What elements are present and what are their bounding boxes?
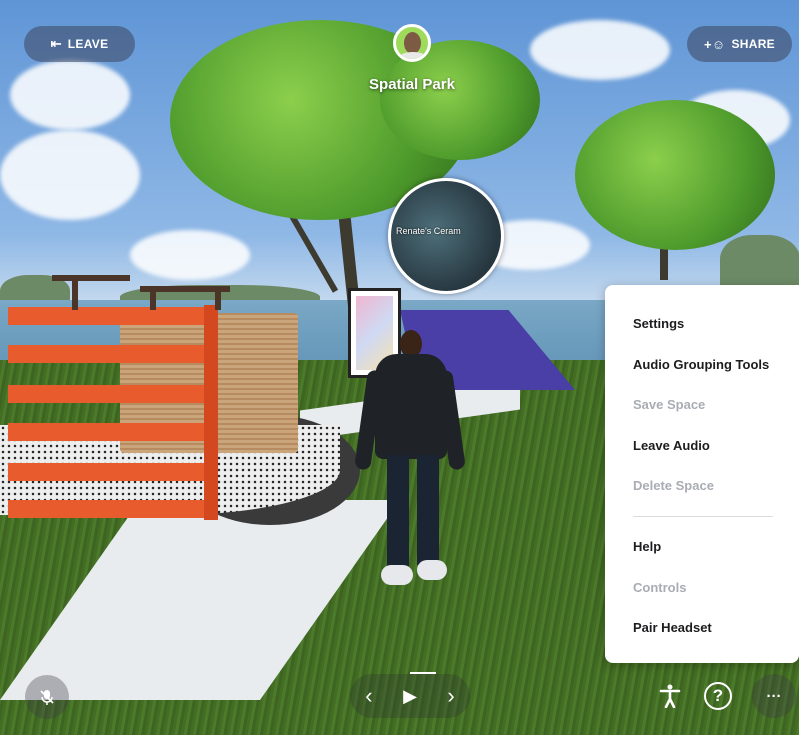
- options-menu: Settings Audio Grouping Tools Save Space…: [605, 285, 799, 663]
- menu-item-audio-grouping-tools[interactable]: Audio Grouping Tools: [633, 357, 769, 372]
- fence-bar: [8, 385, 213, 403]
- play-button[interactable]: ▶: [403, 686, 417, 707]
- cloud: [10, 60, 130, 130]
- next-button[interactable]: ›: [447, 683, 454, 709]
- avatar-hoodie: [375, 354, 447, 459]
- more-options-button[interactable]: ···: [752, 674, 796, 718]
- lamp-post: [52, 275, 130, 281]
- add-person-icon: +☺: [704, 36, 726, 52]
- previous-button[interactable]: ‹: [365, 683, 372, 709]
- spatial-3d-scene[interactable]: Renate's Ceram ⇤ LEAVE +☺ SHARE Spatial …: [0, 0, 799, 735]
- fence-bar: [8, 345, 213, 363]
- accessibility-icon: [659, 684, 681, 708]
- menu-item-delete-space: Delete Space: [633, 478, 714, 493]
- lamp-post: [150, 290, 156, 310]
- help-button[interactable]: ?: [704, 682, 732, 710]
- mic-muted-icon: [40, 690, 54, 705]
- fence-bar: [8, 500, 213, 518]
- cloud: [530, 20, 670, 80]
- leave-arrow-icon: ⇤: [50, 36, 62, 51]
- content-navigation: ‹ ▶ ›: [350, 674, 470, 718]
- portal-orb[interactable]: [388, 178, 504, 294]
- avatar-face: [404, 32, 421, 54]
- fence-bar: [8, 423, 213, 441]
- lamp-post: [215, 290, 221, 310]
- menu-item-controls: Controls: [633, 580, 687, 595]
- help-icon: ?: [712, 686, 724, 705]
- leave-button[interactable]: ⇤ LEAVE: [24, 26, 135, 62]
- cloud: [0, 130, 140, 220]
- player-avatar: [354, 330, 466, 595]
- tree-canopy: [575, 100, 775, 250]
- nav-position-indicator: [410, 672, 436, 674]
- space-host-avatar[interactable]: [393, 24, 431, 62]
- portal-orb-label: Renate's Ceram: [396, 226, 461, 236]
- avatar-leg: [417, 455, 439, 565]
- accessibility-button[interactable]: [656, 682, 684, 710]
- space-title: Spatial Park: [369, 76, 455, 93]
- leave-button-label: LEAVE: [67, 37, 109, 51]
- avatar-leg: [387, 455, 409, 570]
- menu-item-pair-headset[interactable]: Pair Headset: [633, 620, 712, 635]
- fence-post: [204, 305, 218, 520]
- cloud: [130, 230, 250, 280]
- menu-divider: [633, 516, 773, 517]
- menu-item-leave-audio[interactable]: Leave Audio: [633, 438, 710, 453]
- more-icon: ···: [766, 687, 782, 705]
- avatar-shoe: [417, 560, 447, 580]
- fence-bar: [8, 307, 213, 325]
- share-button-label: SHARE: [731, 37, 775, 51]
- menu-item-save-space: Save Space: [633, 397, 706, 412]
- menu-item-settings[interactable]: Settings: [633, 316, 684, 331]
- avatar-shoe: [381, 565, 413, 585]
- lamp-post: [72, 280, 78, 310]
- mic-toggle-button[interactable]: [25, 675, 69, 719]
- share-button[interactable]: +☺ SHARE: [687, 26, 792, 62]
- fence-bar: [8, 463, 213, 481]
- menu-item-help[interactable]: Help: [633, 539, 661, 554]
- orange-fence: [8, 305, 220, 520]
